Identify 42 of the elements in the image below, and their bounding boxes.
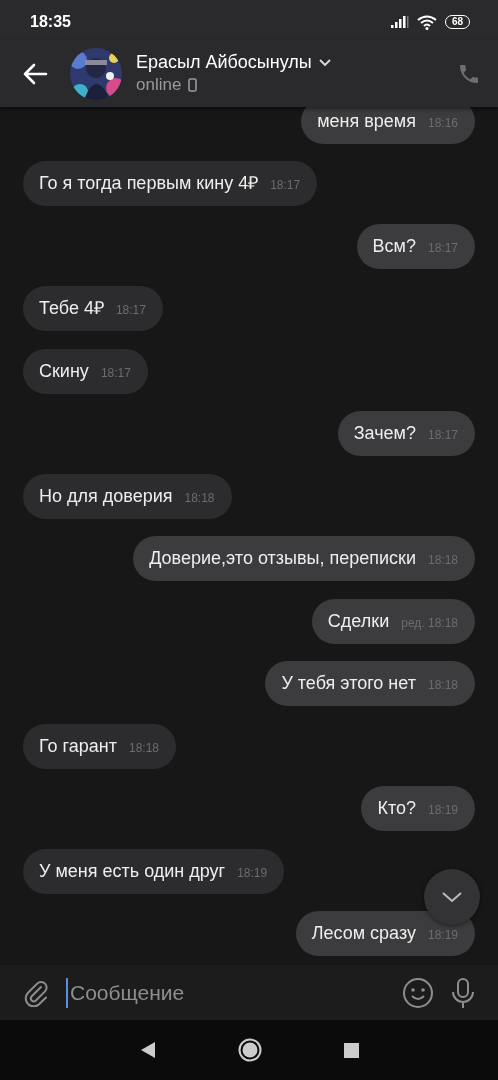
message-text: Кто? (377, 797, 416, 820)
message-text: У меня есть один друг (39, 859, 226, 883)
message-text: Го гарант (39, 734, 117, 758)
wifi-icon (416, 14, 437, 30)
home-circle-icon[interactable] (237, 1038, 262, 1062)
message-time: 18:18 (128, 740, 159, 755)
status-time: 18:35 (30, 13, 71, 31)
message-text: Тебе 4₽ (39, 297, 104, 320)
message-text: Доверие,это отзывы, переписки (149, 547, 416, 570)
message-bubble[interactable]: Тебе 4₽ 18:17 (23, 286, 163, 331)
message-composer-bar[interactable]: Сообщение (0, 965, 498, 1020)
back-triangle-icon[interactable] (139, 1041, 156, 1059)
microphone-icon[interactable] (450, 976, 476, 1009)
message-text: У тебя этого нет (281, 672, 416, 695)
chevron-down-icon[interactable] (441, 891, 463, 903)
message-bubble[interactable]: Скину 18:17 (23, 348, 148, 394)
message-text: Но для доверия (39, 484, 173, 508)
message-input[interactable]: Сообщение (66, 977, 386, 1008)
message-text: Скину (39, 359, 89, 383)
message-text: Го я тогда первым кину 4₽ (39, 172, 259, 195)
message-text: Сделки (327, 609, 390, 633)
message-time: 18:18 (184, 490, 215, 505)
chevron-down-icon[interactable] (318, 58, 331, 67)
paperclip-icon[interactable] (22, 978, 50, 1007)
smiley-icon[interactable] (402, 976, 434, 1009)
message-text: меня время (317, 109, 416, 133)
mobile-phone-icon (188, 78, 198, 92)
message-time: 18:17 (270, 178, 301, 192)
message-time: 18:17 (115, 303, 146, 317)
message-bubble[interactable]: Го я тогда первым кину 4₽ 18:17 (23, 161, 318, 206)
message-bubble[interactable]: Но для доверия 18:18 (23, 473, 232, 519)
message-bubble[interactable]: Го гарант 18:18 (23, 723, 176, 769)
contact-status: online (136, 75, 182, 95)
signal-icon (390, 16, 409, 28)
contact-name[interactable]: Ерасыл Айбосынулы (136, 52, 312, 73)
message-text: Всм? (372, 234, 416, 258)
message-text: Зачем? (353, 422, 416, 445)
message-text: Лесом сразу (311, 922, 416, 945)
recents-square-icon[interactable] (343, 1042, 359, 1058)
message-time: 18:17 (100, 365, 131, 380)
message-time: 18:19 (237, 865, 268, 880)
message-bubble[interactable]: У меня есть один друг 18:19 (23, 848, 285, 894)
